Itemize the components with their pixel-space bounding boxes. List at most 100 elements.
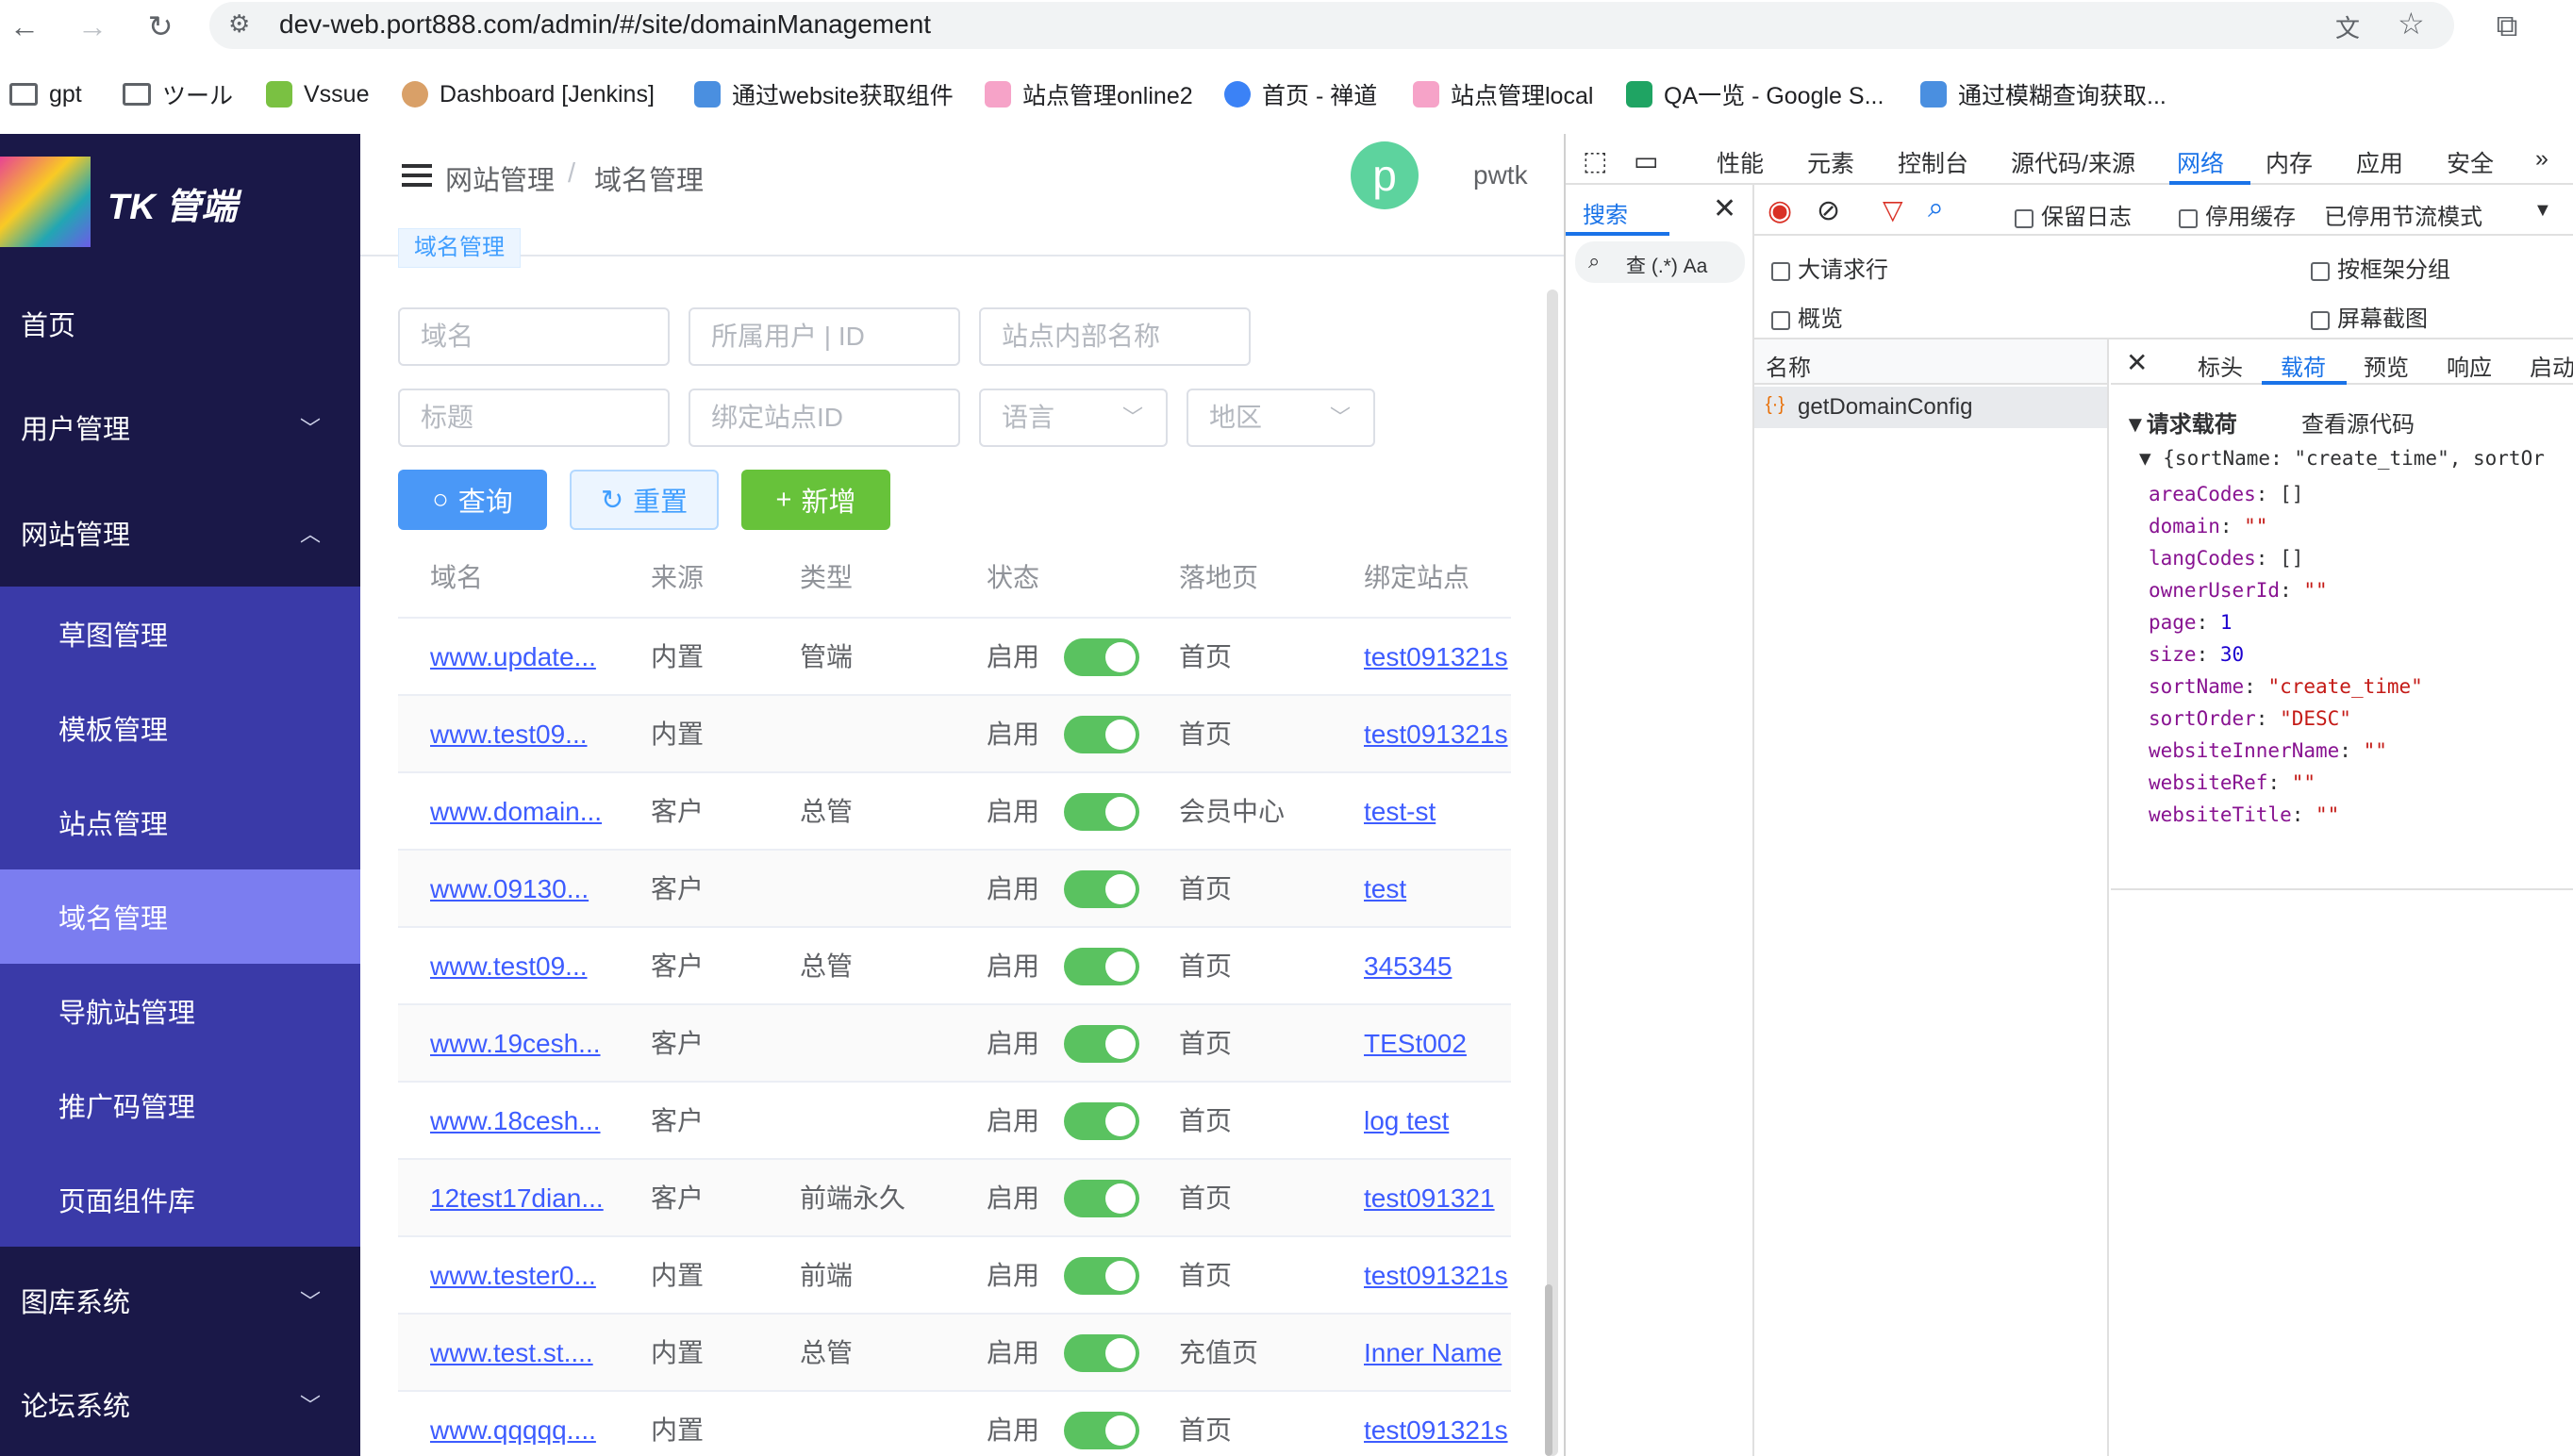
sidebar-item-site[interactable]: 站点管理 (0, 775, 360, 869)
scrollbar-thumb[interactable] (1545, 1284, 1552, 1456)
region-select[interactable]: 地区 ﹀ (1187, 389, 1375, 447)
domain-cell[interactable]: www.test.st.... (430, 1315, 645, 1392)
detail-tab-preview[interactable]: 预览 (2364, 349, 2409, 382)
bookmark-vssue[interactable]: Vssue (266, 72, 369, 117)
site-cell[interactable]: test091321 (1364, 1160, 1511, 1237)
status-toggle[interactable] (1064, 1334, 1139, 1372)
tab-console[interactable]: 控制台 (1898, 145, 1968, 179)
disable-cache-checkbox[interactable]: 停用缓存 (2179, 198, 2296, 231)
sidebar-item-promo-code[interactable]: 推广码管理 (0, 1058, 360, 1152)
tab-network[interactable]: 网络 (2177, 145, 2224, 179)
status-toggle[interactable] (1064, 1257, 1139, 1295)
screenshot-checkbox[interactable]: 屏幕截图 (2311, 300, 2428, 333)
status-toggle[interactable] (1064, 1412, 1139, 1449)
sidebar-item-forum[interactable]: 论坛系统 ﹀ (0, 1352, 360, 1456)
site-cell[interactable]: test (1364, 851, 1511, 928)
status-toggle[interactable] (1064, 1025, 1139, 1063)
sidebar-item-components[interactable]: 页面组件库 (0, 1152, 360, 1247)
search-input[interactable]: ⌕ 查 (.*) Aa (1575, 241, 1745, 283)
detail-tab-headers[interactable]: 标头 (2198, 349, 2243, 382)
sidebar-item-users[interactable]: 用户管理 ﹀ (0, 375, 360, 479)
site-cell[interactable]: test091321s (1364, 696, 1511, 773)
bookmark-website-component[interactable]: 通过website获取组件 (694, 72, 954, 117)
device-toggle-icon[interactable]: ▭ (1634, 145, 1658, 176)
site-cell[interactable]: test-st (1364, 773, 1511, 851)
status-toggle[interactable] (1064, 948, 1139, 985)
status-toggle[interactable] (1064, 716, 1139, 753)
sidebar-item-domain[interactable]: 域名管理 (0, 869, 360, 964)
detail-tab-payload[interactable]: 载荷 (2281, 349, 2326, 382)
status-toggle[interactable] (1064, 638, 1139, 676)
site-cell[interactable]: Inner Name (1364, 1315, 1511, 1392)
domain-cell[interactable]: www.update... (430, 619, 645, 696)
inspect-icon[interactable]: ⬚ (1583, 145, 1607, 176)
domain-cell[interactable]: www.19cesh... (430, 1005, 645, 1083)
tab-performance[interactable]: 性能 (1717, 145, 1764, 179)
caret-down-icon[interactable]: ▼ (2533, 200, 2552, 222)
site-id-input[interactable]: 绑定站点ID (689, 389, 960, 447)
domain-cell[interactable]: www.09130... (430, 851, 645, 928)
back-icon[interactable]: ← (4, 6, 45, 47)
preserve-log-checkbox[interactable]: 保留日志 (2015, 198, 2132, 231)
sidebar-item-home[interactable]: 首页 (0, 272, 360, 375)
detail-tab-response[interactable]: 响应 (2447, 349, 2492, 382)
record-icon[interactable]: ◉ (1768, 194, 1792, 227)
tab-memory[interactable]: 内存 (2266, 145, 2313, 179)
language-select[interactable]: 语言 ﹀ (979, 389, 1168, 447)
bookmark-tools[interactable]: ツール (123, 72, 233, 117)
big-rows-checkbox[interactable]: 大请求行 (1771, 251, 1888, 284)
bookmark-zentao[interactable]: 首页 - 禅道 (1224, 72, 1377, 117)
avatar[interactable]: p (1351, 141, 1419, 209)
address-bar[interactable]: ⚙ dev-web.port888.com/admin/#/site/domai… (209, 2, 2454, 49)
status-toggle[interactable] (1064, 1102, 1139, 1140)
tab-sources[interactable]: 源代码/来源 (2011, 145, 2135, 179)
close-icon[interactable]: ✕ (2126, 347, 2148, 378)
domain-input[interactable]: 域名 (398, 307, 670, 366)
search-icon[interactable]: ⌕ (1928, 192, 1944, 224)
view-source-link[interactable]: 查看源代码 (2301, 405, 2415, 438)
reload-icon[interactable]: ↻ (140, 6, 181, 47)
bookmark-gpt[interactable]: gpt (9, 72, 82, 117)
bookmark-qa-sheet[interactable]: QA一览 - Google S... (1626, 72, 1884, 117)
search-tab[interactable]: 搜索 (1583, 196, 1628, 229)
sidebar-item-draft[interactable]: 草图管理 (0, 587, 360, 681)
site-cell[interactable]: log test (1364, 1083, 1511, 1160)
extensions-icon[interactable]: ⧉ (2486, 6, 2528, 47)
tab-application[interactable]: 应用 (2356, 145, 2403, 179)
tab-elements[interactable]: 元素 (1807, 145, 1854, 179)
scrollbar-track[interactable] (1547, 290, 1558, 1456)
bookmark-site-online2[interactable]: 站点管理online2 (985, 72, 1193, 117)
detail-tab-initiator[interactable]: 启动 (2530, 349, 2573, 382)
domain-cell[interactable]: www.tester0... (430, 1237, 645, 1315)
star-icon[interactable]: ☆ (2398, 6, 2425, 41)
payload-summary[interactable]: ▼ {sortName: "create_time", sortOr (2139, 447, 2545, 470)
bookmark-site-local[interactable]: 站点管理local (1413, 72, 1593, 117)
filter-icon[interactable]: ▽ (1883, 194, 1903, 225)
username[interactable]: pwtk (1473, 160, 1528, 190)
breadcrumb-website[interactable]: 网站管理 (445, 158, 555, 198)
add-button[interactable]: + 新增 (741, 470, 890, 530)
more-tabs-icon[interactable]: » (2535, 145, 2548, 173)
domain-cell[interactable]: 12test17dian... (430, 1160, 645, 1237)
domain-cell[interactable]: www.test09... (430, 696, 645, 773)
bookmark-fuzzy-query[interactable]: 通过模糊查询获取... (1920, 72, 2166, 117)
group-by-frame-checkbox[interactable]: 按框架分组 (2311, 251, 2450, 284)
request-row[interactable]: {·} getDomainConfig (1754, 387, 2107, 428)
site-cell[interactable]: test091321s (1364, 619, 1511, 696)
sidebar-item-website[interactable]: 网站管理 ︿ (0, 481, 360, 585)
domain-cell[interactable]: www.domain... (430, 773, 645, 851)
inner-name-input[interactable]: 站点内部名称 (979, 307, 1251, 366)
sidebar-item-template[interactable]: 模板管理 (0, 681, 360, 775)
url-text[interactable]: dev-web.port888.com/admin/#/site/domainM… (279, 9, 931, 40)
tab-security[interactable]: 安全 (2447, 145, 2494, 179)
overview-checkbox[interactable]: 概览 (1771, 300, 1843, 333)
status-toggle[interactable] (1064, 870, 1139, 908)
domain-cell[interactable]: www.18cesh... (430, 1083, 645, 1160)
owner-input[interactable]: 所属用户 | ID (689, 307, 960, 366)
domain-cell[interactable]: www.qqqqq.... (430, 1392, 645, 1456)
sidebar-item-nav-site[interactable]: 导航站管理 (0, 964, 360, 1058)
close-icon[interactable]: ✕ (1713, 192, 1736, 225)
status-toggle[interactable] (1064, 793, 1139, 831)
reset-button[interactable]: ↻ 重置 (570, 470, 719, 530)
site-cell[interactable]: test091321s (1364, 1237, 1511, 1315)
